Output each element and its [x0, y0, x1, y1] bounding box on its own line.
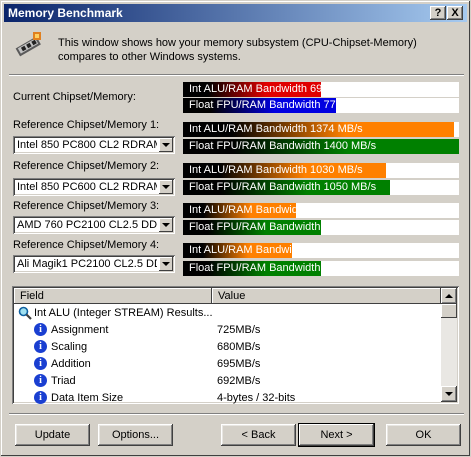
reference-3-fpu-text: Float FPU/RAM Bandwidth 700 MB/s [189, 221, 370, 233]
title-bar: Memory Benchmark ? X [4, 4, 467, 22]
divider [9, 74, 464, 76]
current-int-text: Int ALU/RAM Bandwidth 698 MB/s [189, 83, 357, 95]
memory-benchmark-window: Memory Benchmark ? X This window shows h… [0, 0, 471, 457]
scroll-up-button[interactable] [441, 288, 457, 304]
list-item[interactable]: Int ALU (Integer STREAM) Results... [14, 305, 442, 322]
results-listview[interactable]: Field Value Int ALU (Integer STREAM) Res… [12, 286, 459, 404]
current-fpu-text: Float FPU/RAM Bandwidth 776 MB/s [189, 99, 370, 111]
memory-chip-icon [15, 32, 41, 57]
reference-4-fpu-text: Float FPU/RAM Bandwidth 699 MB/s [189, 262, 370, 274]
chevron-down-icon[interactable] [159, 218, 173, 232]
list-item[interactable]: i Assignment 725MB/s [14, 322, 442, 339]
reference-3-fpu-bar: Float FPU/RAM Bandwidth 700 MB/s [183, 220, 459, 235]
update-button[interactable]: Update [15, 424, 90, 446]
reference-1-selected: Intel 850 PC800 CL2 RDRAM [17, 139, 157, 151]
reference-1-int-text: Int ALU/RAM Bandwidth 1374 MB/s [189, 123, 363, 135]
list-item[interactable]: i Scaling 680MB/s [14, 339, 442, 356]
chevron-down-icon[interactable] [159, 257, 173, 271]
reference-3-selected: AMD 760 PC2100 CL2.5 DDR [17, 219, 157, 231]
chevron-up-icon [445, 294, 453, 298]
reference-2-label: Reference Chipset/Memory 2: [13, 160, 160, 172]
vertical-scrollbar[interactable] [441, 288, 457, 402]
reference-4-label: Reference Chipset/Memory 4: [13, 239, 160, 251]
reference-1-fpu-bar: Float FPU/RAM Bandwidth 1400 MB/s [183, 139, 459, 154]
reference-4-fpu-bar: Float FPU/RAM Bandwidth 699 MB/s [183, 261, 459, 276]
divider [9, 413, 464, 415]
list-item-field: Data Item Size [51, 392, 124, 404]
column-header-field[interactable]: Field [14, 288, 212, 304]
next-button[interactable]: Next > [299, 424, 374, 446]
current-int-bar: Int ALU/RAM Bandwidth 698 MB/s [183, 82, 459, 97]
intro-text: This window shows how your memory subsys… [58, 37, 417, 63]
list-item-field: Assignment [51, 324, 109, 336]
options-button[interactable]: Options... [98, 424, 173, 446]
list-item-value: 4-bytes / 32-bits [217, 392, 296, 404]
reference-2-selected: Intel 850 PC600 CL2 RDRAM [17, 181, 157, 193]
window-title: Memory Benchmark [8, 6, 123, 20]
reference-2-fpu-text: Float FPU/RAM Bandwidth 1050 MB/s [189, 181, 377, 193]
scroll-thumb[interactable] [441, 304, 457, 318]
list-item-field: Int ALU (Integer STREAM) Results... [34, 307, 213, 319]
reference-2-select[interactable]: Intel 850 PC600 CL2 RDRAM [13, 178, 175, 196]
list-item-field: Scaling [51, 341, 88, 353]
current-chipset-label: Current Chipset/Memory: [13, 91, 136, 103]
chevron-down-icon [445, 392, 453, 396]
reference-2-fpu-bar: Float FPU/RAM Bandwidth 1050 MB/s [183, 180, 459, 195]
info-icon: i [34, 323, 47, 336]
reference-4-int-bar: Int ALU/RAM Bandwidth 553 MB/s [183, 243, 459, 258]
column-header-value[interactable]: Value [212, 288, 441, 304]
reference-1-fpu-text: Float FPU/RAM Bandwidth 1400 MB/s [189, 140, 377, 152]
magnifier-icon [18, 306, 32, 320]
list-item[interactable]: i Triad 692MB/s [14, 373, 442, 390]
chevron-down-icon[interactable] [159, 138, 173, 152]
ok-button[interactable]: OK [386, 424, 461, 446]
list-item[interactable]: i Addition 695MB/s [14, 356, 442, 373]
reference-3-int-text: Int ALU/RAM Bandwidth 573 MB/s [189, 204, 357, 216]
list-item-value: 680MB/s [217, 341, 261, 353]
current-fpu-bar: Float FPU/RAM Bandwidth 776 MB/s [183, 98, 459, 113]
reference-4-int-text: Int ALU/RAM Bandwidth 553 MB/s [189, 244, 357, 256]
scroll-down-button[interactable] [441, 386, 457, 402]
reference-3-int-bar: Int ALU/RAM Bandwidth 573 MB/s [183, 203, 459, 218]
info-icon: i [34, 340, 47, 353]
info-icon: i [34, 374, 47, 387]
close-button[interactable]: X [447, 6, 463, 20]
chevron-down-icon[interactable] [159, 180, 173, 194]
help-button[interactable]: ? [430, 6, 446, 20]
list-item-value: 725MB/s [217, 324, 261, 336]
reference-4-selected: Ali Magik1 PC2100 CL2.5 DDR [17, 258, 157, 270]
list-item-field: Addition [51, 358, 91, 370]
reference-1-label: Reference Chipset/Memory 1: [13, 119, 160, 131]
list-item-value: 692MB/s [217, 375, 261, 387]
reference-4-select[interactable]: Ali Magik1 PC2100 CL2.5 DDR [13, 255, 175, 273]
back-button[interactable]: < Back [221, 424, 296, 446]
list-item[interactable]: i Data Item Size 4-bytes / 32-bits [14, 390, 442, 404]
reference-2-int-text: Int ALU/RAM Bandwidth 1030 MB/s [189, 164, 363, 176]
info-icon: i [34, 357, 47, 370]
reference-2-int-bar: Int ALU/RAM Bandwidth 1030 MB/s [183, 163, 459, 178]
column-header-value-label: Value [218, 290, 246, 302]
reference-3-label: Reference Chipset/Memory 3: [13, 200, 160, 212]
list-item-value: 695MB/s [217, 358, 261, 370]
reference-3-select[interactable]: AMD 760 PC2100 CL2.5 DDR [13, 216, 175, 234]
reference-1-select[interactable]: Intel 850 PC800 CL2 RDRAM [13, 136, 175, 154]
info-icon: i [34, 391, 47, 404]
list-item-field: Triad [51, 375, 76, 387]
column-header-field-label: Field [20, 290, 44, 302]
reference-1-int-bar: Int ALU/RAM Bandwidth 1374 MB/s [183, 122, 459, 137]
